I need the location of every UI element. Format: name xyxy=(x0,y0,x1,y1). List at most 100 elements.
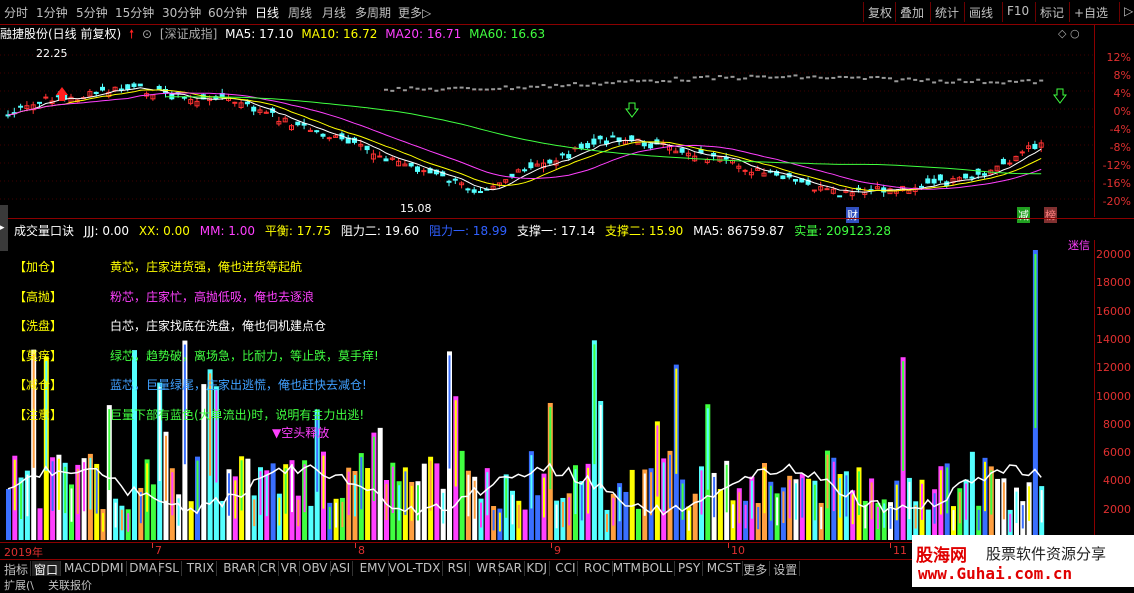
period-9[interactable]: 多周期 xyxy=(355,4,391,21)
index-bar xyxy=(736,78,741,81)
tool-5[interactable]: 标记 xyxy=(1040,4,1064,21)
period-2[interactable]: 5分钟 xyxy=(76,4,108,21)
volume-core xyxy=(473,480,476,519)
zhicheng2-value: 支撑二: 15.90 xyxy=(605,224,684,238)
volume-core xyxy=(921,483,923,520)
high-price-label: 22.25 xyxy=(36,47,68,60)
period-1[interactable]: 1分钟 xyxy=(36,4,68,21)
price-axis-tick: -16% xyxy=(1102,177,1131,190)
index-bar xyxy=(396,86,401,89)
volume-core xyxy=(177,498,180,526)
period-10[interactable]: 更多▷ xyxy=(398,4,431,21)
volume-core xyxy=(996,482,999,520)
candlestick-chart[interactable] xyxy=(0,25,1094,217)
period-3[interactable]: 15分钟 xyxy=(115,4,154,21)
index-name[interactable]: [深证成指] xyxy=(160,27,217,41)
tab-窗口[interactable]: 窗口 xyxy=(32,561,62,577)
volume-core xyxy=(398,485,401,521)
period-8[interactable]: 月线 xyxy=(322,4,346,21)
volume-axis-tick: 14000 xyxy=(1096,332,1131,346)
tab-vr[interactable]: VR xyxy=(279,561,301,576)
candle xyxy=(528,162,534,169)
tool-6[interactable]: +自选 xyxy=(1074,4,1108,21)
tab-cr[interactable]: CR xyxy=(258,561,280,576)
tab-brar[interactable]: BRAR xyxy=(221,561,259,576)
volume-core xyxy=(379,431,382,500)
index-bar xyxy=(755,75,760,78)
tab-更多[interactable]: 更多 xyxy=(741,561,771,577)
candle xyxy=(604,140,609,145)
tool-4[interactable]: F10 xyxy=(1007,4,1029,18)
period-4[interactable]: 30分钟 xyxy=(162,4,201,21)
stock-name[interactable]: 融捷股份(日线 前复权) xyxy=(0,27,121,41)
volume-core xyxy=(977,509,980,531)
related-quote-button[interactable]: 关联报价 xyxy=(48,577,92,593)
volume-core xyxy=(51,461,54,511)
tab-boll[interactable]: BOLL xyxy=(640,561,676,576)
tab-sar[interactable]: SAR xyxy=(496,561,525,576)
volume-core xyxy=(782,491,785,523)
tab-obv[interactable]: OBV xyxy=(300,561,331,576)
tab-dmi[interactable]: DMI xyxy=(98,561,127,576)
tab-asi[interactable]: ASI xyxy=(329,561,354,576)
tool-2[interactable]: 统计 xyxy=(935,4,959,21)
volume-core xyxy=(939,470,942,515)
tab-psy[interactable]: PSY xyxy=(676,561,704,576)
marker-cai[interactable]: 财 xyxy=(846,207,859,223)
tab-trix[interactable]: TRIX xyxy=(185,561,218,576)
tab-vol-tdx[interactable]: VOL-TDX xyxy=(386,561,444,576)
index-bar xyxy=(434,89,439,92)
tab-macd[interactable]: MACD xyxy=(62,561,103,576)
volume-core xyxy=(820,506,823,530)
dropdown-icon[interactable]: ⊙ xyxy=(142,27,152,41)
main-price-panel[interactable] xyxy=(0,25,1094,217)
volume-core xyxy=(914,505,917,529)
candle xyxy=(232,101,238,104)
tool-0[interactable]: 复权 xyxy=(868,4,892,21)
tab-emv[interactable]: EMV xyxy=(358,561,389,576)
index-bar xyxy=(730,75,735,78)
volume-core xyxy=(366,472,369,516)
indicator-name[interactable]: 成交量口诀 xyxy=(14,224,74,238)
tab-mcst[interactable]: MCST xyxy=(705,561,744,576)
tab-指标[interactable]: 指标 xyxy=(2,561,32,577)
tool-7[interactable]: ▷ xyxy=(1124,4,1133,18)
marker-bang[interactable]: 榜 xyxy=(1044,207,1057,223)
candle xyxy=(446,180,452,183)
index-bar xyxy=(447,87,451,90)
period-7[interactable]: 周线 xyxy=(288,4,312,21)
marker-jian[interactable]: 减 xyxy=(1017,207,1030,223)
expand-button[interactable]: 扩展(\ xyxy=(4,577,34,593)
volume-core xyxy=(807,482,810,520)
index-bar xyxy=(988,81,993,84)
date-tick-mark xyxy=(728,543,729,548)
volume-core xyxy=(1009,513,1012,532)
volume-core xyxy=(347,471,350,516)
tab-kdj[interactable]: KDJ xyxy=(524,561,551,576)
volume-core xyxy=(404,471,407,515)
tool-3[interactable]: 画线 xyxy=(969,4,993,21)
period-5[interactable]: 60分钟 xyxy=(208,4,247,21)
tab-fsl[interactable]: FSL xyxy=(156,561,182,576)
tab-设置[interactable]: 设置 xyxy=(771,561,801,577)
candle xyxy=(18,105,24,108)
candle xyxy=(522,169,528,172)
volume-core xyxy=(681,483,684,520)
period-0[interactable]: 分时 xyxy=(4,4,28,21)
toolbar-separator xyxy=(1002,2,1003,22)
period-6[interactable]: 日线 xyxy=(255,4,279,21)
chart-controls[interactable]: ◇ ○ xyxy=(1058,27,1080,40)
date-tick-mark xyxy=(551,543,552,548)
date-tick: 8 xyxy=(358,544,365,557)
volume-core xyxy=(240,460,243,511)
index-bar xyxy=(995,81,1000,84)
tab-cci[interactable]: CCI xyxy=(553,561,579,576)
index-bar xyxy=(856,76,861,79)
tab-roc[interactable]: ROC xyxy=(582,561,614,576)
legend-key: 【高抛】 xyxy=(14,289,63,304)
tool-1[interactable]: 叠加 xyxy=(900,4,924,21)
legend-key: 【洗盘】 xyxy=(14,319,63,333)
volume-axis-tick: 20000 xyxy=(1096,248,1131,261)
tab-rsi[interactable]: RSI xyxy=(446,561,471,576)
ma60-line xyxy=(165,96,1042,175)
